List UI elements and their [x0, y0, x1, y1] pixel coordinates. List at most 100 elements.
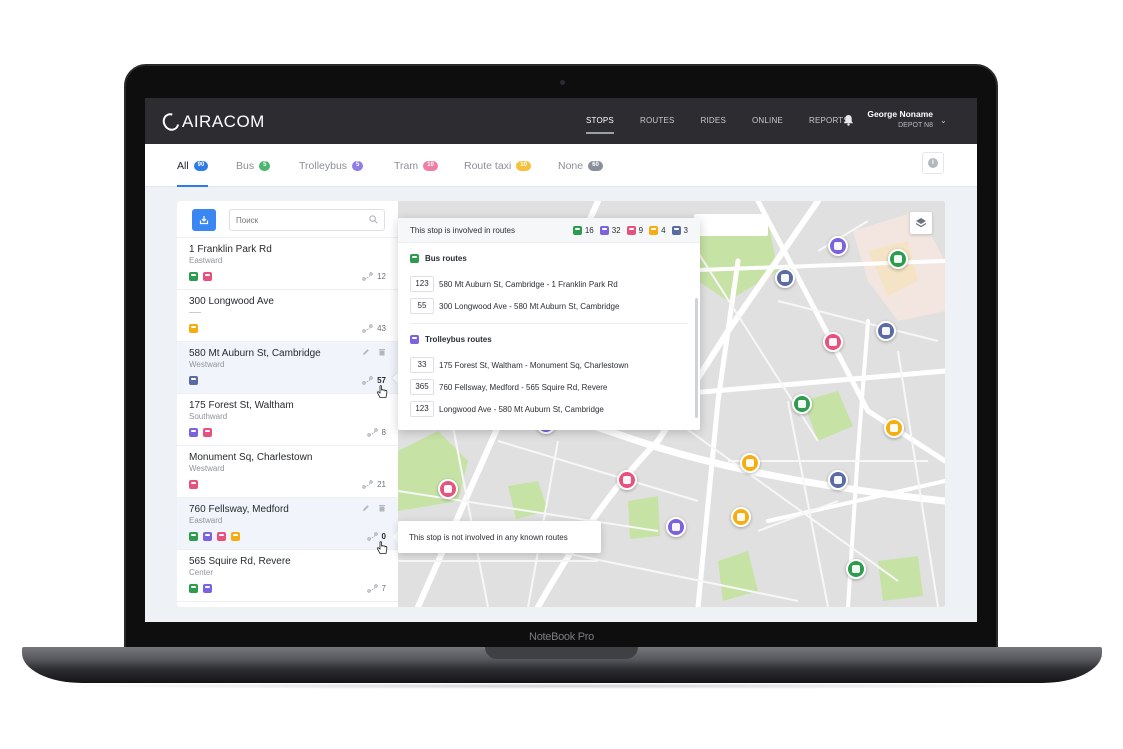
- tab-tram[interactable]: Tram 10: [394, 144, 438, 187]
- route-type-count: 9: [626, 225, 644, 235]
- stop-transport-types: [189, 376, 198, 385]
- stop-list-item[interactable]: 300 Longwood Ave 43: [177, 290, 398, 342]
- delete-icon[interactable]: [378, 348, 386, 356]
- route-item[interactable]: 55 300 Longwood Ave - 580 Mt Auburn St, C…: [410, 295, 688, 317]
- stop-list-item[interactable]: 580 Mt Auburn St, Cambridge Westward 57: [177, 342, 398, 398]
- route-item[interactable]: 123 580 Mt Auburn St, Cambridge - 1 Frank…: [410, 273, 688, 295]
- info-button[interactable]: i: [922, 152, 944, 174]
- bus-icon: [572, 225, 582, 235]
- route-item[interactable]: 365 760 Fellsway, Medford - 565 Squire Rd…: [410, 376, 688, 398]
- map-pin-bus[interactable]: [888, 249, 908, 269]
- import-button[interactable]: [192, 209, 216, 231]
- tram-icon: [203, 272, 212, 281]
- nav-routes[interactable]: ROUTES: [627, 98, 688, 144]
- tab-trolleybus[interactable]: Trolleybus 5: [299, 144, 364, 187]
- route-icon: [362, 272, 373, 281]
- section-title: Bus routes: [410, 243, 688, 273]
- popover-header: This stop is involved in routes 16 32 9 4 3: [398, 218, 700, 243]
- stop-list-item[interactable]: 565 Squire Rd, Revere Center 7: [177, 550, 398, 602]
- route-count-value: 57: [377, 376, 386, 385]
- route-count[interactable]: 21: [362, 480, 386, 489]
- logo[interactable]: AIRACOM: [159, 110, 265, 134]
- stop-list-item[interactable]: Monument Sq, Charlestown Westward 21: [177, 446, 398, 498]
- route-count[interactable]: 7: [366, 584, 386, 593]
- route-count[interactable]: 0: [366, 532, 386, 541]
- edit-icon[interactable]: [362, 504, 370, 512]
- tab-label: Bus: [236, 159, 255, 172]
- bell-icon[interactable]: [843, 114, 854, 126]
- route-count-value: 0: [381, 532, 386, 541]
- bus-icon: [189, 532, 198, 541]
- chevron-down-icon[interactable]: ⌄: [940, 116, 947, 125]
- tab-route-taxi[interactable]: Route taxi 10: [464, 144, 531, 187]
- route-count-value: 12: [377, 272, 386, 281]
- delete-icon[interactable]: [378, 504, 386, 512]
- stop-list: 1 Franklin Park Rd Eastward 12 300 Longwo…: [177, 238, 398, 602]
- section-title: Trolleybus routes: [410, 324, 688, 354]
- nav-online[interactable]: ONLINE: [739, 98, 796, 144]
- stop-list-item[interactable]: 175 Forest St, Waltham Southward 8: [177, 394, 398, 446]
- count-value: 9: [638, 225, 644, 235]
- tab-label: Route taxi: [464, 159, 512, 172]
- route-count[interactable]: 8: [366, 428, 386, 437]
- map-pin-tram[interactable]: [823, 332, 843, 352]
- count-value: 16: [584, 225, 594, 235]
- tab-all[interactable]: All 90: [177, 144, 209, 187]
- layers-button[interactable]: [910, 212, 932, 234]
- user-menu[interactable]: George Noname DEPOT N8: [867, 109, 933, 129]
- count-badge: 10: [423, 160, 438, 171]
- map-pin-none[interactable]: [828, 470, 848, 490]
- route-icon: [362, 480, 373, 489]
- stop-direction: Westward: [189, 360, 225, 369]
- trolleybus-icon: [599, 225, 609, 235]
- nav-stops[interactable]: STOPS: [573, 98, 627, 144]
- map-pin-route-taxi[interactable]: [740, 453, 760, 473]
- map-pin-none[interactable]: [775, 268, 795, 288]
- route-count[interactable]: 57: [362, 376, 386, 385]
- tab-bus[interactable]: Bus 5: [236, 144, 271, 187]
- route-count[interactable]: 43: [362, 324, 386, 333]
- stop-list-item[interactable]: 760 Fellsway, Medford Eastward 0: [177, 498, 398, 554]
- nav-rides[interactable]: RIDES: [688, 98, 739, 144]
- count-badge: 90: [193, 160, 209, 171]
- map-pin-tram[interactable]: [438, 479, 458, 499]
- trolleybus-icon: [203, 532, 212, 541]
- download-icon: [199, 216, 209, 225]
- map-pin-tram[interactable]: [617, 470, 637, 490]
- search-input[interactable]: [229, 209, 385, 231]
- route-name: 760 Fellsway, Medford - 565 Squire Rd, R…: [439, 382, 608, 392]
- tab-label: Trolleybus: [299, 159, 348, 172]
- edit-icon[interactable]: [362, 348, 370, 356]
- stop-direction: Southward: [189, 412, 228, 421]
- stop-direction: Westward: [189, 464, 225, 473]
- route-count-value: 7: [381, 584, 386, 593]
- map-pin-none[interactable]: [876, 321, 896, 341]
- popover-sections: Bus routes 123 580 Mt Auburn St, Cambridge…: [398, 243, 700, 420]
- map-pin-trolleybus[interactable]: [666, 517, 686, 537]
- map-search-box[interactable]: [694, 214, 768, 236]
- route-item[interactable]: 33 175 Forest St, Waltham - Monument Sq, …: [410, 354, 688, 376]
- stop-direction: [189, 308, 386, 318]
- route-item[interactable]: 123 Longwood Ave - 580 Mt Auburn St, Camb…: [410, 398, 688, 420]
- stop-transport-types: [189, 324, 198, 333]
- map-pin-bus[interactable]: [792, 394, 812, 414]
- map-pin-trolleybus[interactable]: [828, 236, 848, 256]
- count-badge: 60: [588, 160, 603, 171]
- route-type-count: 16: [572, 225, 594, 235]
- map-pin-bus[interactable]: [846, 559, 866, 579]
- routes-popover: This stop is involved in routes 16 32 9 4 3 …: [398, 218, 700, 430]
- route-number: 55: [410, 298, 434, 314]
- tab-label: All: [177, 159, 189, 172]
- row-actions: [362, 348, 386, 356]
- map-pin-route-taxi[interactable]: [884, 418, 904, 438]
- map-pin-route-taxi[interactable]: [731, 507, 751, 527]
- main-nav: STOPS ROUTES RIDES ONLINE REPORTS: [573, 98, 862, 144]
- route-count[interactable]: 12: [362, 272, 386, 281]
- stop-list-item[interactable]: 1 Franklin Park Rd Eastward 12: [177, 238, 398, 290]
- camera: [560, 80, 565, 85]
- logo-icon: [159, 110, 183, 134]
- search-icon[interactable]: [369, 215, 378, 224]
- popover-scrollbar[interactable]: [695, 298, 698, 418]
- count-value: 3: [683, 225, 688, 235]
- tab-none[interactable]: None 60: [558, 144, 603, 187]
